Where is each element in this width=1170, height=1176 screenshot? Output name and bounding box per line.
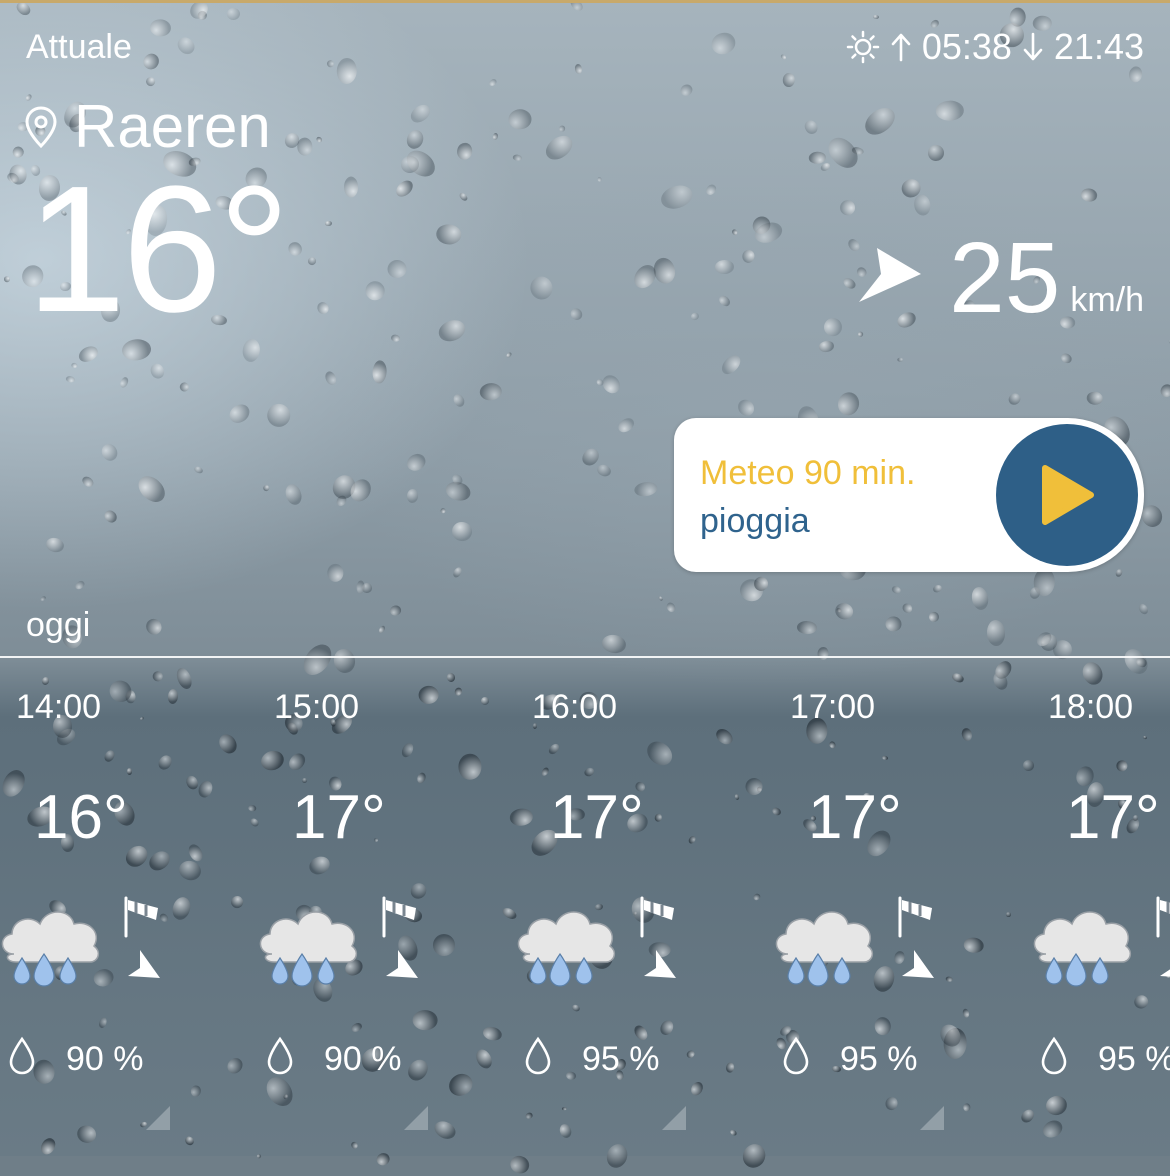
wind-speed: 25	[949, 222, 1061, 334]
sunset-time: 21:43	[1053, 26, 1144, 67]
windsock-icon	[898, 896, 932, 938]
rain-cloud-icon	[775, 911, 874, 987]
location-pin-icon	[25, 105, 57, 148]
hour-time: 14:00	[16, 688, 102, 726]
hour-temperature: 17°	[550, 783, 644, 852]
sunset-arrow-icon	[1023, 32, 1043, 61]
expand-corner-icon[interactable]	[146, 1106, 170, 1130]
expand-corner-icon[interactable]	[662, 1106, 686, 1130]
rain-cloud-icon	[259, 911, 358, 987]
hour-item[interactable]: 14:00 16° 90 %	[0, 658, 258, 1156]
hour-time: 16:00	[532, 688, 618, 726]
precipitation-probability: 90 %	[324, 1040, 402, 1078]
precipitation-drop-icon	[1041, 1036, 1067, 1075]
sunrise-time: 05:38	[921, 26, 1012, 67]
hour-item[interactable]: 18:00 17° 95 %	[1032, 658, 1170, 1156]
radar-subtitle: pioggia	[700, 502, 810, 540]
current-wind: 25 km/h	[853, 228, 1144, 328]
hour-temperature: 17°	[1066, 783, 1160, 852]
radar-title: Meteo 90 min.	[700, 454, 916, 492]
precipitation-drop-icon	[9, 1036, 35, 1075]
windsock-icon	[124, 896, 158, 938]
current-weather-panel: Attuale 05:38 21:43 Raeren 16° 25 km/h M…	[0, 0, 1170, 656]
hourly-forecast[interactable]: 14:00 16° 90 % 15:00 17° 90 % 16:00 17° …	[0, 658, 1170, 1156]
sunrise-arrow-icon	[891, 33, 911, 62]
windsock-icon	[1156, 896, 1170, 938]
expand-corner-icon[interactable]	[404, 1106, 428, 1130]
wind-direction-icon	[128, 950, 160, 978]
wind-direction-icon	[1160, 969, 1170, 977]
wind-direction-icon	[902, 950, 934, 978]
windsock-icon	[640, 896, 674, 938]
hour-item[interactable]: 16:00 17° 95 %	[516, 658, 774, 1156]
wind-direction-icon	[644, 950, 676, 978]
rain-cloud-icon	[517, 911, 616, 987]
wind-direction-icon	[859, 248, 922, 302]
precipitation-probability: 90 %	[66, 1040, 144, 1078]
hour-time: 15:00	[274, 688, 360, 726]
hour-item[interactable]: 17:00 17° 95 %	[774, 658, 1032, 1156]
precipitation-drop-icon	[267, 1036, 293, 1075]
precipitation-probability: 95 %	[840, 1040, 918, 1078]
windsock-icon	[382, 896, 416, 938]
precipitation-probability: 95 %	[582, 1040, 660, 1078]
precipitation-drop-icon	[783, 1036, 809, 1075]
hour-temperature: 17°	[292, 783, 386, 852]
radar-90-min-card[interactable]: Meteo 90 min. pioggia	[674, 418, 1144, 572]
hour-temperature: 16°	[34, 783, 128, 852]
sun-times: 05:38 21:43	[846, 26, 1144, 68]
precipitation-drop-icon	[525, 1036, 551, 1075]
hour-time: 17:00	[790, 688, 876, 726]
hour-temperature: 17°	[808, 783, 902, 852]
play-button[interactable]	[996, 424, 1138, 566]
sun-icon	[846, 30, 880, 64]
hour-item[interactable]: 15:00 17° 90 %	[258, 658, 516, 1156]
wind-unit: km/h	[1070, 281, 1144, 319]
current-label: Attuale	[26, 28, 132, 66]
wind-direction-icon	[386, 950, 418, 978]
expand-corner-icon[interactable]	[920, 1106, 944, 1130]
rain-cloud-icon	[1, 911, 100, 987]
current-temperature: 16°	[26, 149, 290, 350]
today-label: oggi	[26, 606, 91, 644]
rain-cloud-icon	[1033, 911, 1132, 987]
precipitation-probability: 95 %	[1098, 1040, 1170, 1078]
play-icon	[1042, 465, 1094, 525]
hour-time: 18:00	[1048, 688, 1134, 726]
